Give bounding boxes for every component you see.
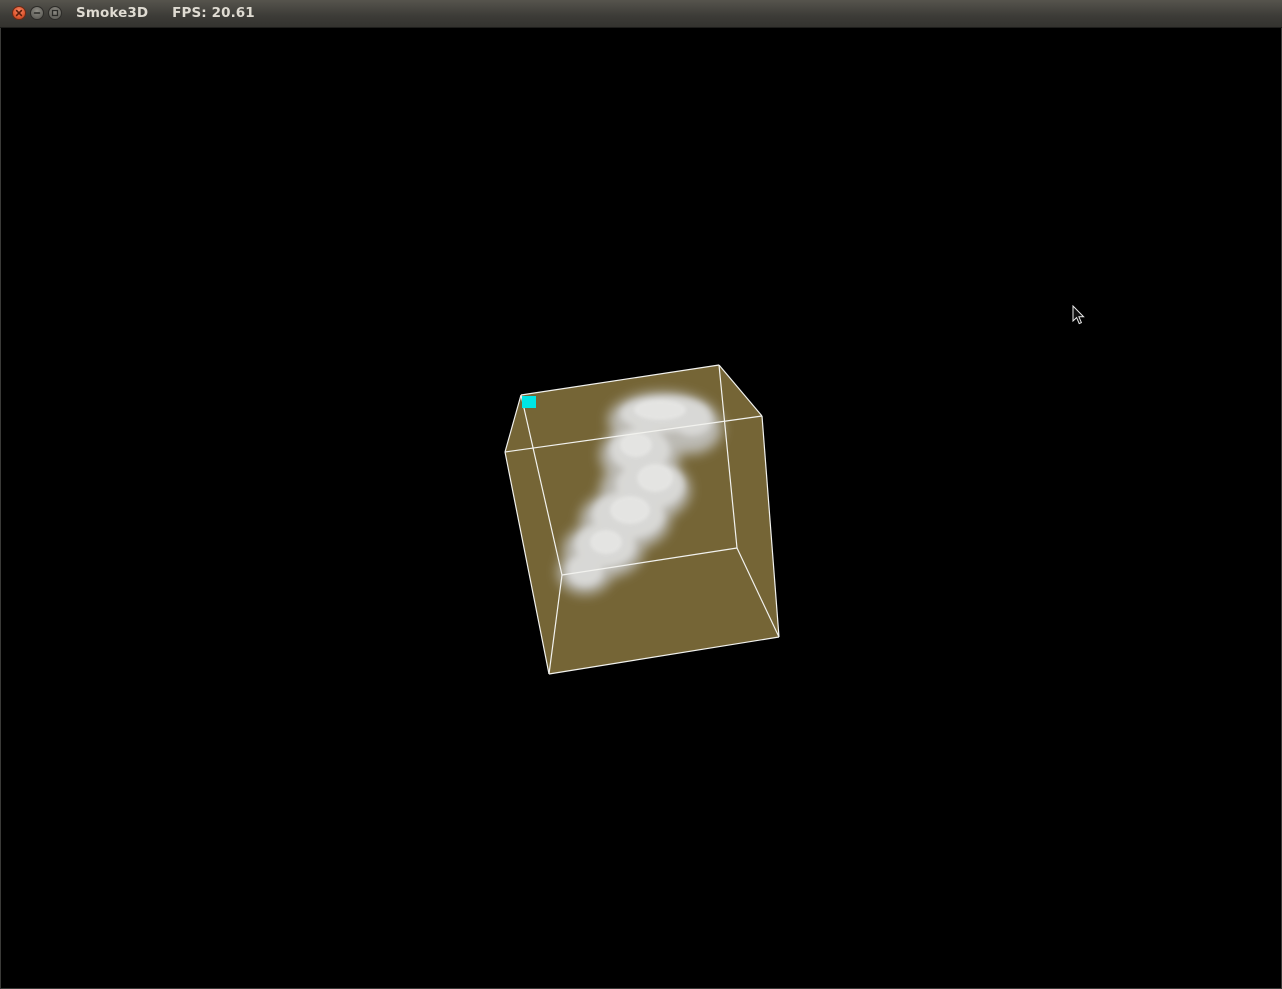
app-window: Smoke3D FPS: 20.61 [0,0,1282,989]
source-marker [522,396,536,408]
smoke-scene [504,364,780,675]
mouse-pointer-icon [1072,305,1085,325]
